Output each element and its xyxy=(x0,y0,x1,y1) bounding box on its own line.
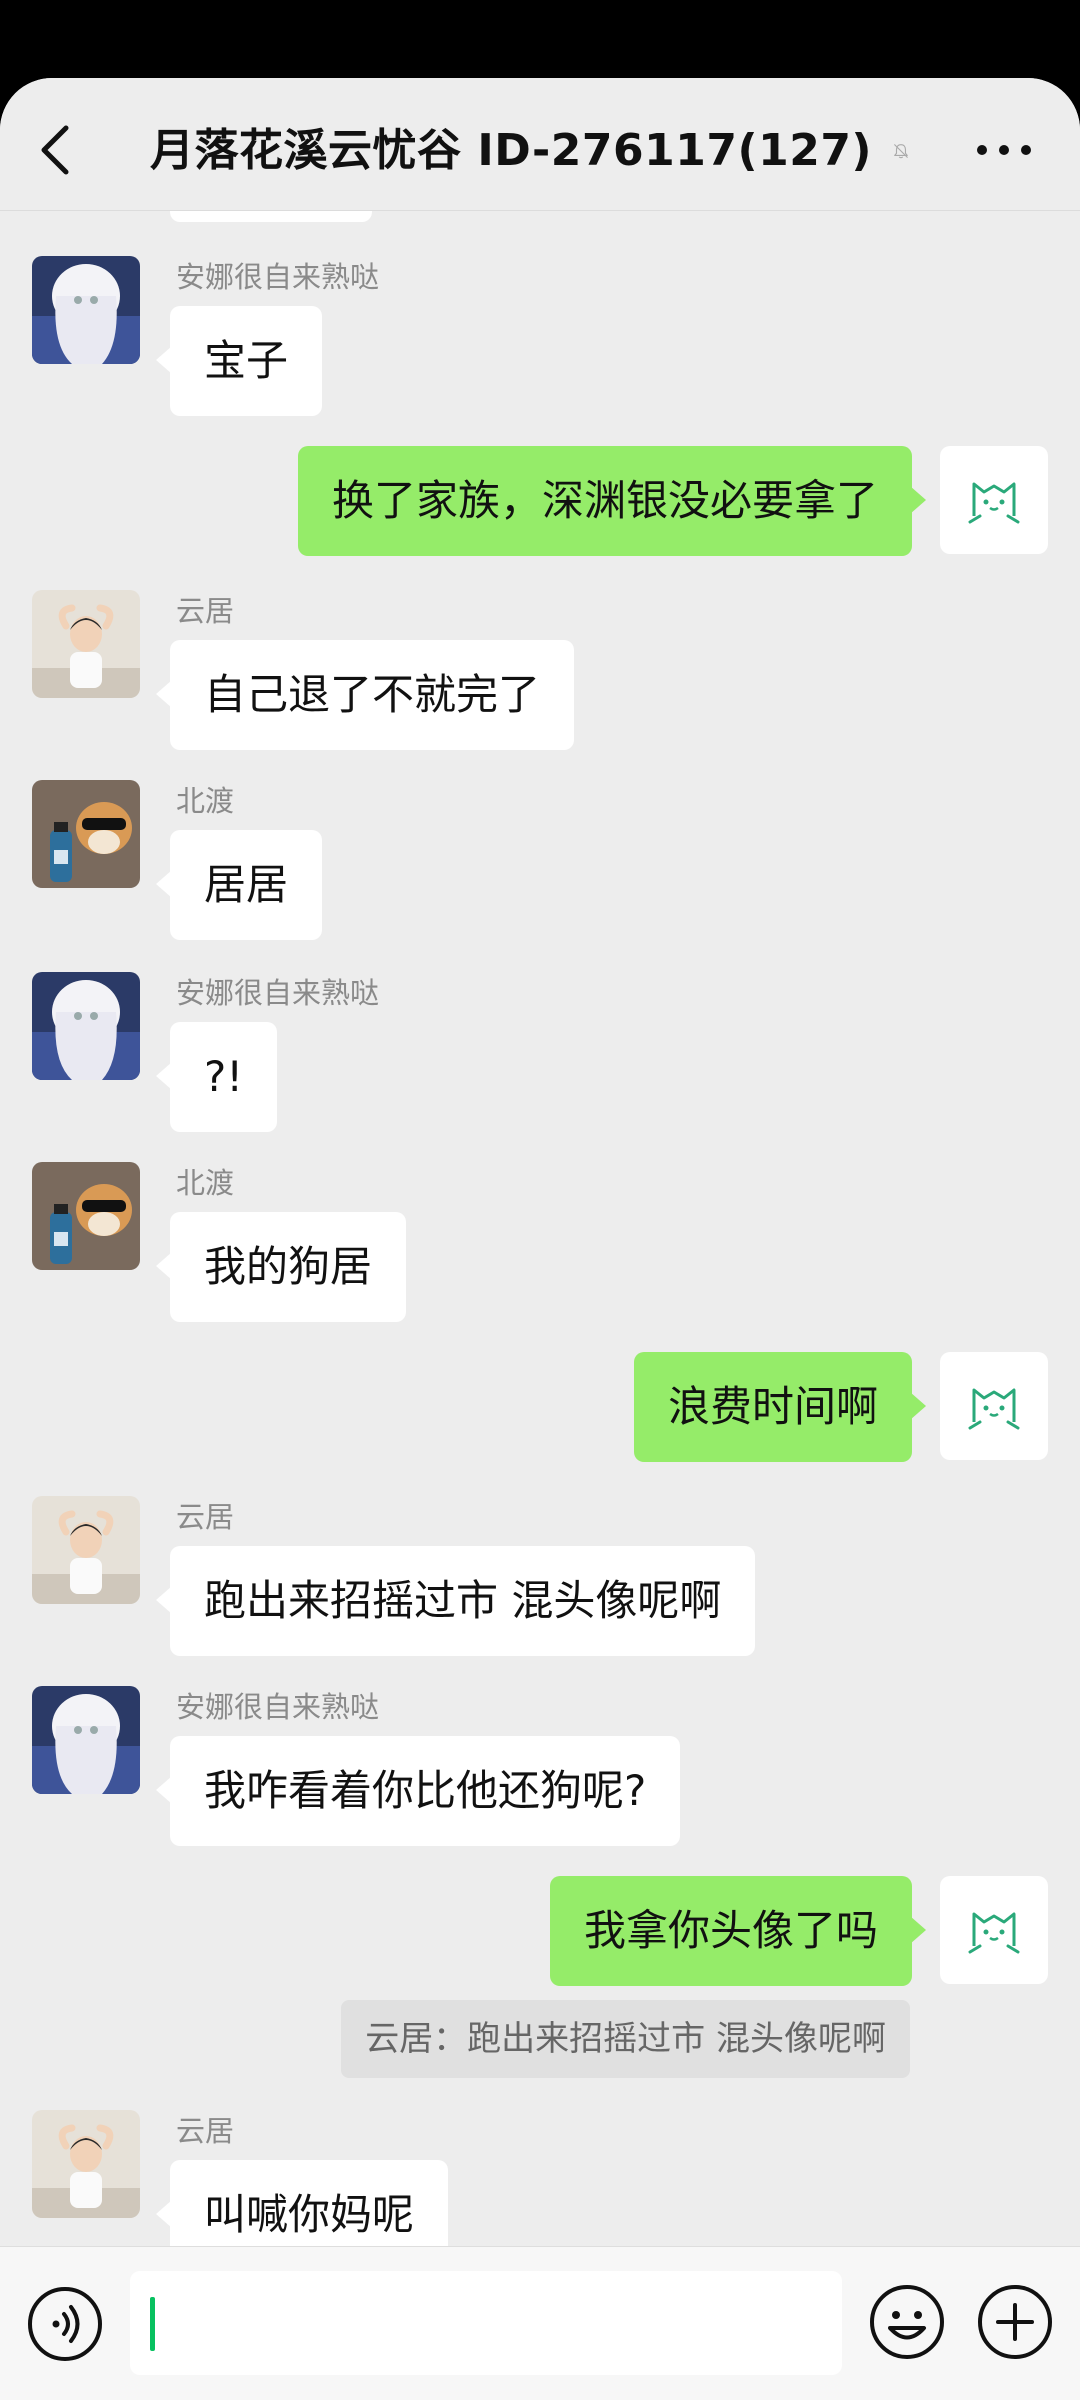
input-bar xyxy=(0,2246,1080,2400)
quoted-message[interactable]: 云居：跑出来招摇过市 混头像呢啊 xyxy=(341,2000,910,2078)
avatar-anime-girl[interactable] xyxy=(32,1686,140,1794)
message-bubble[interactable]: ?! xyxy=(155,1022,278,1132)
anime-girl-avatar-icon xyxy=(32,1686,140,1794)
message-bubble[interactable]: 我咋看着你比他还狗呢? xyxy=(155,1736,681,1846)
chat-title-row: 月落花溪云忧谷 ID-276117(127) xyxy=(150,116,910,186)
sender-name: 安娜很自来熟哒 xyxy=(176,260,380,294)
sender-name: 北渡 xyxy=(176,1166,235,1200)
avatar-self[interactable] xyxy=(940,1876,1048,1984)
anime-girl-avatar-icon xyxy=(32,256,140,364)
message-bubble[interactable]: 居居 xyxy=(155,830,323,940)
message-input[interactable] xyxy=(130,2271,842,2375)
avatar-shiba[interactable] xyxy=(32,780,140,888)
message-bubble[interactable]: 自己退了不就完了 xyxy=(155,640,575,750)
message-bubble-self[interactable]: 我拿你头像了吗 xyxy=(549,1876,927,1986)
toddler-photo-avatar-icon xyxy=(32,1496,140,1604)
toddler-photo-avatar-icon xyxy=(32,590,140,698)
toddler-photo-avatar-icon xyxy=(32,2110,140,2218)
avatar-shiba[interactable] xyxy=(32,1162,140,1270)
shiba-sunglasses-avatar-icon xyxy=(32,1162,140,1270)
more-options-button[interactable] xyxy=(972,130,1036,170)
anime-girl-avatar-icon xyxy=(32,972,140,1080)
chat-header: 月落花溪云忧谷 ID-276117(127) xyxy=(0,78,1080,211)
sender-name: 安娜很自来熟哒 xyxy=(176,976,380,1010)
chat-screen: 月落花溪云忧谷 ID-276117(127) 安娜很自来熟哒 宝子 换了家族，深… xyxy=(0,78,1080,2400)
avatar-toddler[interactable] xyxy=(32,590,140,698)
emoji-smile-icon xyxy=(870,2285,944,2359)
message-bubble-self[interactable]: 浪费时间啊 xyxy=(633,1352,927,1462)
message-bubble[interactable]: 我的狗居 xyxy=(155,1212,407,1322)
message-bubble[interactable]: 宝子 xyxy=(155,306,323,416)
voice-input-button[interactable] xyxy=(26,2285,104,2363)
sender-name: 安娜很自来熟哒 xyxy=(176,1690,380,1724)
message-bubble-self[interactable]: 换了家族，深渊银没必要拿了 xyxy=(297,446,927,556)
sender-name: 云居 xyxy=(176,594,235,628)
voice-icon xyxy=(28,2287,102,2361)
cat-doodle-avatar-icon xyxy=(968,482,1020,524)
message-bubble[interactable]: 叫喊你妈呢 xyxy=(155,2160,449,2246)
shiba-sunglasses-avatar-icon xyxy=(32,780,140,888)
mute-bell-icon xyxy=(894,144,908,159)
message-list[interactable]: 安娜很自来熟哒 宝子 换了家族，深渊银没必要拿了 云居 自己退了不就完了 北渡 … xyxy=(0,210,1080,2246)
avatar-self[interactable] xyxy=(940,1352,1048,1460)
more-dots-icon xyxy=(977,145,1031,155)
avatar-toddler[interactable] xyxy=(32,1496,140,1604)
emoji-button[interactable] xyxy=(868,2283,946,2361)
sender-name: 北渡 xyxy=(176,784,235,818)
avatar-anime-girl[interactable] xyxy=(32,972,140,1080)
plus-icon xyxy=(978,2285,1052,2359)
more-functions-button[interactable] xyxy=(976,2283,1054,2361)
message-bubble[interactable]: 跑出来招摇过市 混头像呢啊 xyxy=(155,1546,756,1656)
avatar-anime-girl[interactable] xyxy=(32,256,140,364)
sender-name: 云居 xyxy=(176,1500,235,1534)
avatar-self[interactable] xyxy=(940,446,1048,554)
message-bubble-partial[interactable] xyxy=(170,210,372,222)
avatar-toddler[interactable] xyxy=(32,2110,140,2218)
back-button[interactable] xyxy=(28,114,88,184)
text-caret xyxy=(150,2297,155,2351)
chat-title: 月落花溪云忧谷 ID-276117(127) xyxy=(150,125,873,176)
chevron-left-icon xyxy=(41,125,69,175)
cat-doodle-avatar-icon xyxy=(968,1912,1020,1954)
cat-doodle-avatar-icon xyxy=(968,1388,1020,1430)
sender-name: 云居 xyxy=(176,2114,235,2148)
